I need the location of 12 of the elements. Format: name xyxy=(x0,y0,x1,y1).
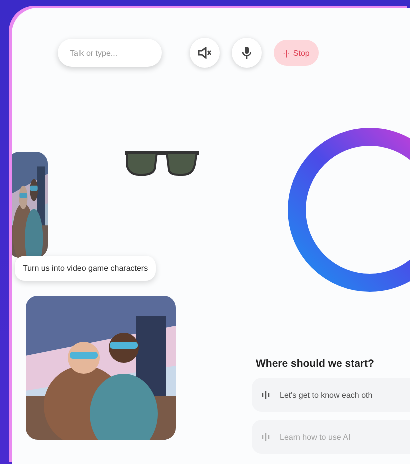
microphone-button[interactable] xyxy=(232,38,262,68)
stop-button[interactable]: ·|· Stop xyxy=(274,40,319,66)
suggestions-title: Where should we start? xyxy=(256,358,374,370)
waveform-icon xyxy=(262,390,270,400)
waveform-icon xyxy=(262,432,270,442)
prompt-message: Turn us into video game characters xyxy=(15,256,156,281)
sunglasses-icon xyxy=(124,148,200,178)
speaker-mute-button[interactable] xyxy=(190,38,220,68)
speaker-mute-icon xyxy=(198,47,212,59)
suggestion-option[interactable]: Let's get to know each oth xyxy=(252,378,410,412)
talk-input-field[interactable]: Talk or type... xyxy=(58,39,162,67)
microphone-icon xyxy=(242,46,252,60)
